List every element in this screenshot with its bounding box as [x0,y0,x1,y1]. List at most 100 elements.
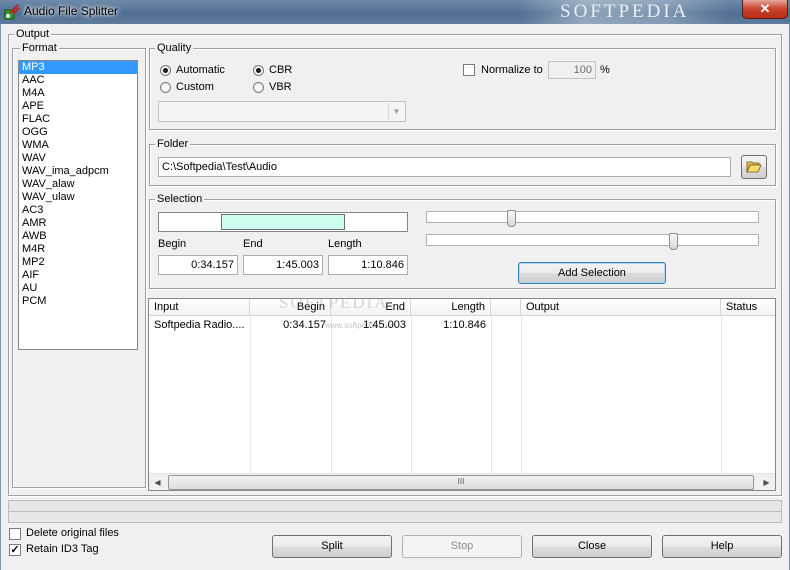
column-header-status[interactable]: Status [721,299,775,316]
column-divider [250,316,251,476]
list-item[interactable]: PCM [19,295,137,308]
scroll-right-icon[interactable]: ▶ [758,474,775,490]
cell-length: 1:10.846 [443,319,486,331]
scroll-thumb[interactable]: III [168,475,754,490]
table-watermark-text: SOFTPEDIA [279,298,389,312]
cbr-label: CBR [269,64,293,76]
folder-open-icon [746,161,762,173]
end-slider-track [426,234,759,246]
column-header-input[interactable]: Input [149,299,250,316]
list-item[interactable]: WMA [19,139,137,152]
checkmark-icon: ✓ [10,544,20,556]
list-item[interactable]: WAV [19,152,137,165]
length-label: Length [328,238,362,250]
end-label: End [243,238,263,250]
cell-end: 1:45.003 [363,319,406,331]
vbr-label: VBR [269,81,292,93]
column-header-blank[interactable] [491,299,521,316]
close-icon: ✕ [759,1,771,16]
title-watermark: SOFTPEDIA [520,0,730,24]
retain-id3-label: Retain ID3 Tag [26,543,99,555]
start-slider-thumb[interactable] [507,210,516,227]
selection-table[interactable]: Input Begin End Length Output Status SOF… [148,298,776,491]
list-item[interactable]: M4A [19,87,137,100]
format-listbox[interactable]: MP3 AAC M4A APE FLAC OGG WMA WAV WAV_ima_adpcm WA… [18,60,138,350]
list-item[interactable]: AU [19,282,137,295]
folder-group-label: Folder [155,138,191,150]
title-bar[interactable]: Audio File Splitter SOFTPEDIA ✕ [0,0,790,24]
column-divider [721,316,722,476]
list-item[interactable]: WAV_ima_adpcm [19,165,137,178]
horizontal-scrollbar[interactable]: ◀ III ▶ [149,473,775,490]
column-divider [411,316,412,476]
end-time-input[interactable]: 1:45.003 [243,255,323,275]
output-group-label: Output [14,28,52,40]
close-window-button[interactable]: ✕ [742,0,788,19]
selection-group-label: Selection [155,193,205,205]
help-button[interactable]: Help [662,535,782,558]
custom-radio[interactable] [160,82,171,93]
normalize-label: Normalize to [481,64,543,76]
delete-original-checkbox[interactable] [9,528,21,540]
cell-blank [491,317,521,333]
selection-range-bar[interactable] [158,212,408,232]
table-row[interactable]: Softpedia Radio.... 0:34.157 1:45.003 1:… [149,317,775,333]
end-position-slider[interactable] [426,233,759,253]
delete-original-label: Delete original files [26,527,119,539]
start-slider-track [426,211,759,223]
scroll-left-icon[interactable]: ◀ [149,474,166,490]
bitrate-preset-combo[interactable]: ▼ [158,101,406,122]
automatic-label: Automatic [176,64,225,76]
add-selection-button[interactable]: Add Selection [518,262,666,284]
end-slider-thumb[interactable] [669,233,678,250]
column-divider [521,316,522,476]
vbr-radio[interactable] [253,82,264,93]
list-item[interactable]: FLAC [19,113,137,126]
table-watermark: SOFTPEDIA [279,298,389,313]
browse-folder-button[interactable] [741,155,767,179]
list-item[interactable]: OGG [19,126,137,139]
normalize-value-field[interactable]: 100 [548,61,596,79]
normalize-unit: % [600,64,610,76]
list-item[interactable]: AAC [19,74,137,87]
list-item[interactable]: AMR [19,217,137,230]
list-item[interactable]: AC3 [19,204,137,217]
format-group-label: Format [20,42,59,54]
list-item[interactable]: M4R [19,243,137,256]
app-scissors-icon [4,4,20,20]
list-item[interactable]: APE [19,100,137,113]
list-item[interactable]: AIF [19,269,137,282]
retain-id3-checkbox[interactable]: ✓ [9,544,21,556]
list-item[interactable]: MP3 [19,61,137,74]
cell-input: Softpedia Radio.... [154,319,245,331]
normalize-checkbox[interactable] [463,64,475,76]
list-item[interactable]: WAV_alaw [19,178,137,191]
scroll-grip-icon: III [457,477,465,486]
begin-label: Begin [158,238,187,250]
folder-path-input[interactable]: C:\Softpedia\Test\Audio [158,157,731,177]
stop-button[interactable]: Stop [402,535,522,558]
close-button[interactable]: Close [532,535,652,558]
cell-status [721,317,775,333]
column-header-length[interactable]: Length [411,299,491,316]
selection-range-fill[interactable] [221,214,345,230]
list-item[interactable]: AWB [19,230,137,243]
custom-label: Custom [176,81,214,93]
column-header-output[interactable]: Output [521,299,721,316]
start-position-slider[interactable] [426,210,759,230]
chevron-down-icon: ▼ [388,103,404,120]
window-title: Audio File Splitter [24,4,119,18]
cbr-radio[interactable] [253,65,264,76]
cell-begin: 0:34.157 [283,319,326,331]
file-progress-bar [8,511,782,523]
split-button[interactable]: Split [272,535,392,558]
quality-group-label: Quality [155,42,194,54]
begin-time-input[interactable]: 0:34.157 [158,255,238,275]
length-time-input[interactable]: 1:10.846 [328,255,408,275]
column-divider [331,316,332,476]
column-divider [491,316,492,476]
cell-output [521,317,721,333]
list-item[interactable]: WAV_ulaw [19,191,137,204]
automatic-radio[interactable] [160,65,171,76]
list-item[interactable]: MP2 [19,256,137,269]
